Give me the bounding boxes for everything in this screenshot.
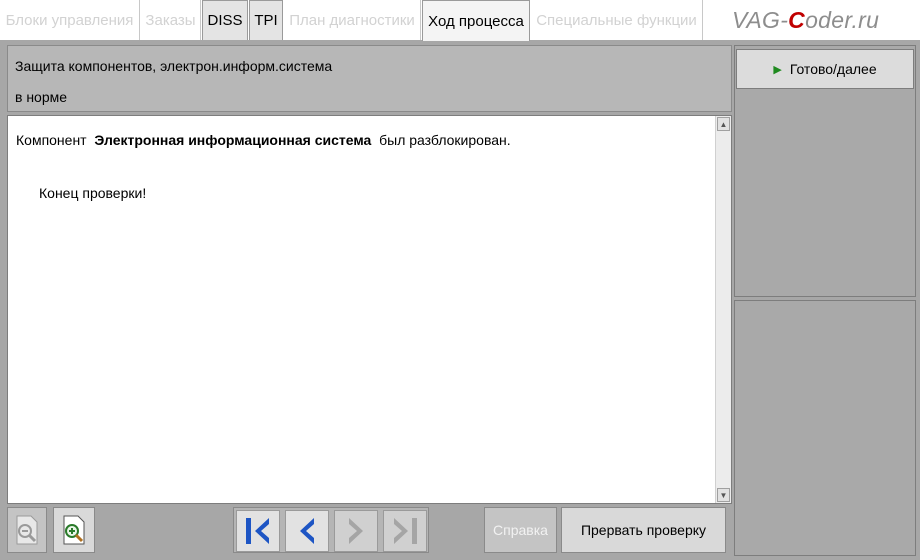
app-window: Блоки управления Заказы DISS TPI План ди… xyxy=(0,0,920,560)
message-suffix: был разблокирован. xyxy=(375,132,511,148)
forward-button[interactable] xyxy=(334,510,378,552)
tab-tpi[interactable]: TPI xyxy=(249,0,283,40)
right-action-panel: ▶ Готово/далее xyxy=(734,45,916,297)
logo-prefix: VAG- xyxy=(732,6,789,33)
tab-diss[interactable]: DISS xyxy=(202,0,248,40)
abort-test-button[interactable]: Прервать проверку xyxy=(561,507,726,553)
message-prefix: Компонент xyxy=(16,132,91,148)
ready-next-label: Готово/далее xyxy=(789,61,877,77)
site-logo: VAG- Coder.ru xyxy=(732,4,917,36)
forward-icon xyxy=(349,518,363,544)
logo-suffix: oder.ru xyxy=(805,6,880,33)
zoom-out-icon xyxy=(16,515,38,545)
zoom-in-button[interactable] xyxy=(53,507,95,553)
skip-to-end-icon xyxy=(394,518,417,544)
vertical-scrollbar[interactable]: ▲ ▼ xyxy=(715,116,731,503)
component-name: Электронная информационная система xyxy=(94,132,372,148)
zoom-out-button[interactable] xyxy=(7,507,47,553)
tab-diagnostic-plan[interactable]: План диагностики xyxy=(284,0,421,40)
last-step-button[interactable] xyxy=(383,510,427,552)
end-of-test-message: Конец проверки! xyxy=(39,185,147,201)
back-icon xyxy=(300,518,314,544)
right-lower-panel xyxy=(734,300,916,556)
tab-bar: Блоки управления Заказы DISS TPI План ди… xyxy=(0,0,920,41)
skip-to-start-icon xyxy=(246,518,269,544)
zoom-in-icon xyxy=(63,515,85,545)
help-button[interactable]: Справка xyxy=(484,507,557,553)
tab-special-functions[interactable]: Специальные функции xyxy=(531,0,703,40)
test-status: в норме xyxy=(15,89,68,105)
test-title: Защита компонентов, электрон.информ.сист… xyxy=(15,58,333,74)
bottom-toolbar: Справка Прервать проверку xyxy=(7,507,732,557)
ready-next-button[interactable]: ▶ Готово/далее xyxy=(736,49,914,89)
test-header-panel: Защита компонентов, электрон.информ.сист… xyxy=(7,45,732,112)
component-message: Компонент Электронная информационная сис… xyxy=(16,132,511,148)
first-step-button[interactable] xyxy=(236,510,280,552)
tab-process-progress[interactable]: Ход процесса xyxy=(422,0,530,41)
tab-orders[interactable]: Заказы xyxy=(141,0,201,40)
play-icon: ▶ xyxy=(773,63,782,76)
scroll-down-icon[interactable]: ▼ xyxy=(717,488,730,502)
message-area: Компонент Электронная информационная сис… xyxy=(7,115,732,504)
tab-control-units[interactable]: Блоки управления xyxy=(0,0,140,40)
back-button[interactable] xyxy=(285,510,329,552)
scroll-up-icon[interactable]: ▲ xyxy=(717,117,730,131)
navigation-group xyxy=(233,507,429,553)
logo-accent: C xyxy=(788,6,806,33)
